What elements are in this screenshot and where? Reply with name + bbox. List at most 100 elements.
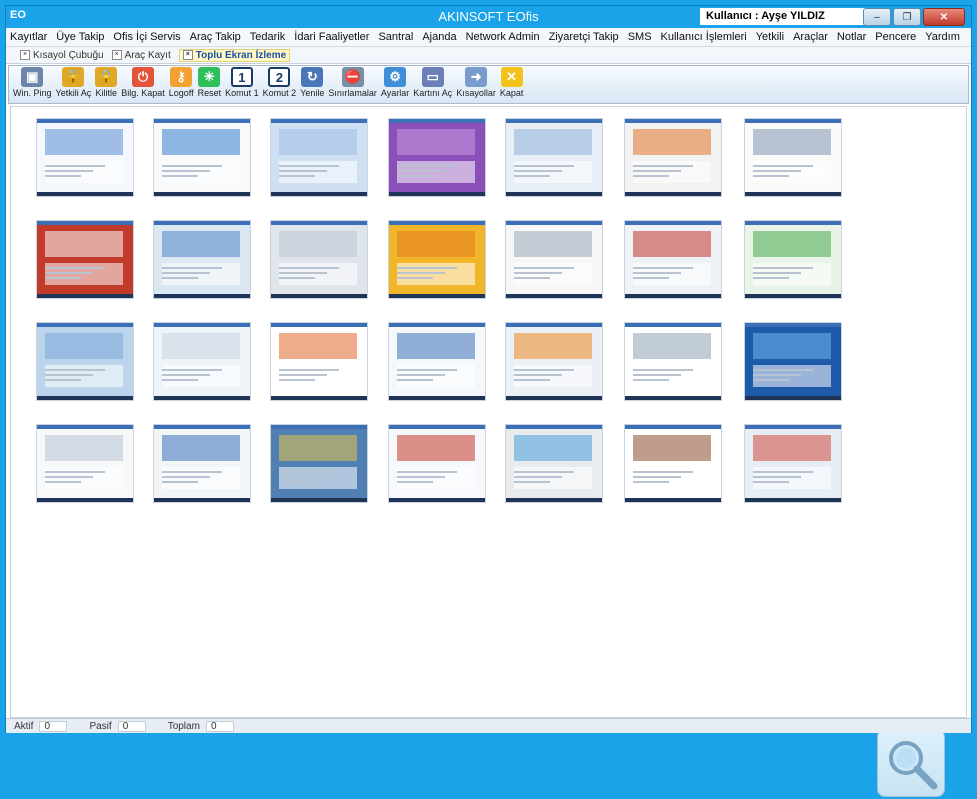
toolbar-button[interactable]: 🔓 Yetkili Aç (54, 66, 94, 98)
menu-item[interactable]: Araç Takip (190, 31, 241, 43)
thumbnail-text-line (753, 379, 789, 381)
screen-thumbnail[interactable] (388, 322, 486, 401)
screen-thumbnail[interactable] (388, 424, 486, 503)
toolbar-button[interactable]: ▭ Kartını Aç (411, 66, 454, 98)
toolbar-button[interactable]: 2 Komut 2 (261, 66, 299, 98)
menu-item[interactable]: Santral (378, 31, 413, 43)
screen-thumbnail[interactable] (624, 424, 722, 503)
thumbnail-titlebar (37, 119, 133, 123)
toolbar-button-label: Logoff (168, 88, 194, 98)
thumbnail-text-line (279, 471, 339, 473)
menu-item[interactable]: İdari Faaliyetler (294, 31, 369, 43)
screen-thumbnail[interactable] (153, 424, 251, 503)
screen-thumbnail[interactable] (36, 322, 134, 401)
toolbar-button[interactable]: 1 Komut 1 (223, 66, 261, 98)
toolbar-button-label: Bilg. Kapat (121, 88, 165, 98)
screen-thumbnail[interactable] (624, 220, 722, 299)
tab[interactable]: × Toplu Ekran İzleme (178, 48, 291, 62)
zoom-icon[interactable] (877, 729, 945, 797)
menu-item[interactable]: Kayıtlar (10, 31, 47, 43)
screen-thumbnail[interactable] (270, 220, 368, 299)
menu-item[interactable]: Tedarik (250, 31, 285, 43)
screen-thumbnail[interactable] (153, 322, 251, 401)
current-user-label: Kullanıcı : Ayşe YILDIZ (700, 8, 872, 25)
menu-item[interactable]: Üye Takip (56, 31, 104, 43)
thumbnail-text-line (514, 272, 562, 274)
thumbnail-text-line (514, 165, 574, 167)
toolbar-button[interactable]: ⚷ Logoff (167, 66, 196, 98)
thumbnail-text-line (162, 267, 222, 269)
thumbnail-text-line (162, 476, 210, 478)
thumbnail-content-block (633, 435, 711, 461)
tab-close-icon[interactable]: × (182, 50, 193, 60)
screen-thumbnail[interactable] (36, 220, 134, 299)
menu-item[interactable]: Yardım (925, 31, 960, 43)
screen-thumbnail[interactable] (744, 118, 842, 197)
toolbar-button[interactable]: ⏻ Bilg. Kapat (119, 66, 167, 98)
menu-item[interactable]: Ziyaretçi Takip (549, 31, 619, 43)
toolbar-button-label: Kapat (499, 88, 524, 98)
screen-thumbnail[interactable] (36, 118, 134, 197)
restore-icon[interactable]: ❐ (893, 8, 921, 26)
screen-thumbnail[interactable] (505, 424, 603, 503)
menu-item[interactable]: Pencere (875, 31, 916, 43)
menu-item[interactable]: Kullanıcı İşlemleri (661, 31, 747, 43)
screen-thumbnail[interactable] (153, 220, 251, 299)
thumbnail-text-line (753, 267, 813, 269)
toolbar-button[interactable]: ✕ Kapat (498, 66, 526, 98)
tab[interactable]: × Kısayol Çubuğu (20, 50, 104, 61)
tab[interactable]: × Araç Kayıt (111, 50, 171, 61)
thumbnail-titlebar (389, 119, 485, 123)
menu-item[interactable]: Notlar (837, 31, 866, 43)
screen-thumbnail[interactable] (505, 118, 603, 197)
thumbnail-titlebar (506, 323, 602, 327)
screen-thumbnail[interactable] (744, 322, 842, 401)
tab-close-icon[interactable]: × (111, 50, 122, 60)
screen-thumbnail[interactable] (505, 322, 603, 401)
screen-thumbnail[interactable] (744, 424, 842, 503)
menu-item[interactable]: Yetkili (756, 31, 784, 43)
thumbnail-content-block (633, 129, 711, 155)
menu-item[interactable]: Araçlar (793, 31, 828, 43)
minimize-icon[interactable]: – (863, 8, 891, 26)
toolbar-button[interactable]: ▣ Win. Ping (11, 66, 54, 98)
thumbnail-text-line (753, 476, 801, 478)
thumbnail-text-line (162, 481, 198, 483)
tab-close-icon[interactable]: × (20, 50, 30, 60)
thumbnail-text-line (514, 481, 550, 483)
menu-item[interactable]: Ofis İçi Servis (113, 31, 180, 43)
screen-thumbnail[interactable] (270, 322, 368, 401)
screen-thumbnail[interactable] (624, 322, 722, 401)
menu-item[interactable]: Network Admin (466, 31, 540, 43)
screen-thumbnail[interactable] (153, 118, 251, 197)
toolbar-button[interactable]: ↻ Yenile (298, 66, 326, 98)
screen-thumbnail[interactable] (388, 220, 486, 299)
thumbnail-content-block (279, 129, 357, 155)
thumbnail-text-line (397, 175, 433, 177)
thumbnail-titlebar (389, 425, 485, 429)
title-bar: EO AKINSOFT EOfis Kullanıcı : Ayşe YILDI… (6, 6, 971, 28)
thumbnail-content-block (514, 231, 592, 257)
thumbnail-content-block (162, 129, 240, 155)
thumbnail-taskbar (37, 294, 133, 298)
screen-thumbnail[interactable] (388, 118, 486, 197)
toolbar-button[interactable]: ⛔ Sınırlamalar (326, 66, 379, 98)
thumbnail-text-line (514, 170, 562, 172)
toolbar-button[interactable]: ⚙ Ayarlar (379, 66, 411, 98)
thumbnail-text-line (279, 481, 315, 483)
screen-monitor-panel (10, 106, 967, 797)
screen-thumbnail[interactable] (744, 220, 842, 299)
screen-thumbnail[interactable] (36, 424, 134, 503)
screen-thumbnail[interactable] (505, 220, 603, 299)
toolbar-button-label: Ayarlar (380, 88, 410, 98)
screen-thumbnail[interactable] (270, 118, 368, 197)
thumbnail-text-line (633, 379, 669, 381)
screen-thumbnail[interactable] (624, 118, 722, 197)
close-icon[interactable]: ✕ (923, 8, 965, 26)
menu-item[interactable]: Ajanda (422, 31, 456, 43)
screen-thumbnail[interactable] (270, 424, 368, 503)
toolbar-button[interactable]: 🔒 Kilitle (93, 66, 119, 98)
toolbar-button[interactable]: ✳ Reset (196, 66, 224, 98)
toolbar-button[interactable]: ➜ Kısayollar (454, 66, 498, 98)
menu-item[interactable]: SMS (628, 31, 652, 43)
